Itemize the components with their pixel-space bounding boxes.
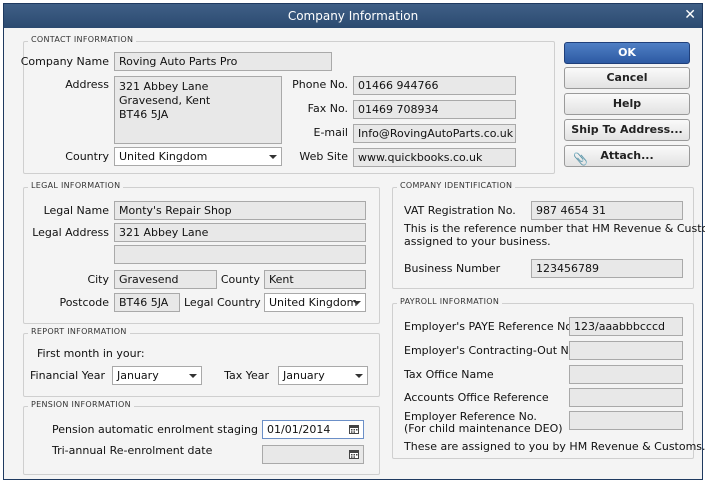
tax-office-label: Tax Office Name bbox=[404, 368, 494, 381]
country-label: Country bbox=[65, 150, 109, 163]
financial-year-select[interactable]: January bbox=[112, 366, 202, 385]
company-name-label: Company Name bbox=[20, 55, 109, 68]
address-label: Address bbox=[65, 78, 109, 91]
attach-button[interactable]: 📎 Attach... bbox=[564, 145, 690, 167]
legal-country-label: Legal Country bbox=[184, 296, 261, 309]
paye-reference-input[interactable]: 123/aaabbbcccd bbox=[569, 317, 683, 336]
country-value: United Kingdom bbox=[119, 150, 208, 163]
legal-legend: LEGAL INFORMATION bbox=[28, 181, 124, 190]
legal-name-label: Legal Name bbox=[43, 204, 109, 217]
ship-to-address-button[interactable]: Ship To Address... bbox=[564, 119, 690, 141]
reenrolment-date-label: Tri-annual Re-enrolment date bbox=[52, 444, 213, 457]
staging-date-value: 01/01/2014 bbox=[267, 423, 331, 436]
postcode-label: Postcode bbox=[59, 296, 109, 309]
tax-year-value: January bbox=[283, 369, 325, 382]
legal-address-input-1[interactable]: 321 Abbey Lane bbox=[114, 223, 366, 242]
help-button[interactable]: Help bbox=[564, 93, 690, 115]
postcode-input[interactable]: BT46 5JA bbox=[114, 293, 180, 312]
vat-label: VAT Registration No. bbox=[404, 204, 516, 217]
payroll-footer-note: These are assigned to you by HM Revenue … bbox=[404, 440, 705, 453]
chevron-down-icon bbox=[353, 301, 361, 305]
email-input[interactable]: Info@RovingAutoParts.co.uk bbox=[353, 124, 516, 143]
close-icon[interactable]: ✕ bbox=[684, 7, 696, 23]
employer-reference-input[interactable] bbox=[569, 411, 683, 430]
ok-button[interactable]: OK bbox=[564, 42, 690, 64]
cancel-button[interactable]: Cancel bbox=[564, 67, 690, 89]
employer-reference-sublabel: (For child maintenance DEO) bbox=[404, 422, 563, 435]
accounts-office-input[interactable] bbox=[569, 388, 683, 407]
legal-country-value: United Kingdom bbox=[269, 296, 358, 309]
legal-address-input-2[interactable] bbox=[114, 245, 366, 264]
pension-information-section: PENSION INFORMATION bbox=[23, 400, 380, 475]
chevron-down-icon bbox=[189, 374, 197, 378]
staging-date-label: Pension automatic enrolment staging date bbox=[52, 423, 287, 436]
contracting-out-input[interactable] bbox=[569, 341, 683, 360]
website-input[interactable]: www.quickbooks.co.uk bbox=[353, 148, 516, 167]
paye-reference-label: Employer's PAYE Reference No. bbox=[404, 320, 576, 333]
accounts-office-label: Accounts Office Reference bbox=[404, 391, 549, 404]
staging-date-input[interactable]: 01/01/2014 bbox=[262, 420, 364, 439]
chevron-down-icon bbox=[355, 374, 363, 378]
reenrolment-date-input[interactable] bbox=[262, 445, 364, 464]
legal-address-label: Legal Address bbox=[32, 226, 109, 239]
tax-office-input[interactable] bbox=[569, 365, 683, 384]
address-line-1: 321 Abbey Lane bbox=[119, 80, 209, 93]
country-select[interactable]: United Kingdom bbox=[114, 147, 282, 166]
business-number-input[interactable]: 123456789 bbox=[531, 259, 683, 278]
company-information-dialog: Company Information ✕ CONTACT INFORMATIO… bbox=[3, 3, 705, 480]
window-title: Company Information bbox=[287, 9, 419, 23]
tax-year-label: Tax Year bbox=[224, 369, 269, 382]
contact-legend: CONTACT INFORMATION bbox=[28, 35, 137, 44]
county-label: County bbox=[220, 273, 260, 286]
phone-label: Phone No. bbox=[292, 78, 348, 91]
address-line-2: Gravesend, Kent bbox=[119, 94, 211, 107]
report-information-section: REPORT INFORMATION bbox=[23, 327, 380, 397]
financial-year-value: January bbox=[117, 369, 159, 382]
fax-input[interactable]: 01469 708934 bbox=[353, 100, 516, 119]
business-number-label: Business Number bbox=[404, 262, 501, 275]
address-textarea[interactable]: 321 Abbey Lane Gravesend, Kent BT46 5JA bbox=[114, 76, 282, 144]
attach-label: Attach... bbox=[600, 149, 654, 162]
vat-input[interactable]: 987 4654 31 bbox=[531, 201, 683, 220]
report-legend: REPORT INFORMATION bbox=[28, 327, 130, 336]
city-label: City bbox=[87, 273, 109, 286]
paperclip-icon: 📎 bbox=[573, 152, 588, 166]
pension-legend: PENSION INFORMATION bbox=[28, 400, 134, 409]
calendar-icon[interactable] bbox=[349, 449, 359, 459]
website-label: Web Site bbox=[299, 150, 348, 163]
email-label: E-mail bbox=[313, 126, 349, 139]
county-input[interactable]: Kent bbox=[264, 270, 366, 289]
first-month-label: First month in your: bbox=[37, 347, 145, 360]
payroll-legend: PAYROLL INFORMATION bbox=[397, 297, 503, 306]
fax-label: Fax No. bbox=[307, 102, 348, 115]
contracting-out-label: Employer's Contracting-Out No. bbox=[404, 344, 579, 357]
tax-year-select[interactable]: January bbox=[278, 366, 368, 385]
city-input[interactable]: Gravesend bbox=[114, 270, 217, 289]
company-name-input[interactable]: Roving Auto Parts Pro bbox=[114, 52, 332, 71]
financial-year-label: Financial Year bbox=[30, 369, 105, 382]
legal-country-select[interactable]: United Kingdom bbox=[264, 293, 366, 312]
phone-input[interactable]: 01466 944766 bbox=[353, 76, 516, 95]
legal-name-input[interactable]: Monty's Repair Shop bbox=[114, 201, 366, 220]
vat-note-line-2: assigned to your business. bbox=[404, 235, 551, 248]
title-bar: Company Information ✕ bbox=[4, 4, 702, 28]
vat-note-line-1: This is the reference number that HM Rev… bbox=[404, 222, 705, 235]
address-line-3: BT46 5JA bbox=[119, 108, 169, 121]
company-id-legend: COMPANY IDENTIFICATION bbox=[397, 181, 516, 190]
calendar-icon[interactable] bbox=[349, 424, 359, 434]
